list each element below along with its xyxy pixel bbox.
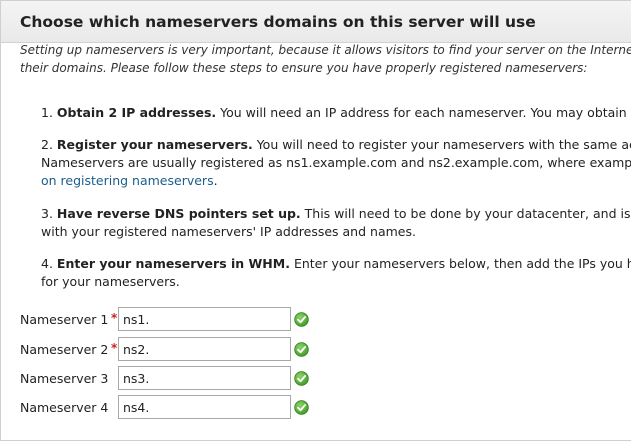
step-heading: Obtain 2 IP addresses. <box>56 105 217 120</box>
section-title: Choose which nameservers domains on this… <box>20 13 536 31</box>
section-header: Choose which nameservers domains on this… <box>1 1 631 43</box>
nameserver-row-2: Nameserver 2 * <box>20 337 340 361</box>
step-2: 2. Register your nameservers. You will n… <box>41 136 631 190</box>
intro-line-1: Setting up nameservers is very important… <box>20 43 631 57</box>
nameserver-row-3: Nameserver 3 <box>20 366 340 390</box>
intro-line-2: their domains. Please follow these steps… <box>20 61 588 75</box>
step-text: You will need to register your nameserve… <box>252 137 631 152</box>
nameserver-4-label: Nameserver 4 <box>20 400 109 415</box>
step-heading: Enter your nameservers in WHM. <box>56 256 290 271</box>
nameserver-row-1: Nameserver 1 * <box>20 307 340 331</box>
nameserver-1-label: Nameserver 1 <box>20 312 109 327</box>
required-marker: * <box>111 341 118 355</box>
check-circle-icon <box>294 400 309 415</box>
nameserver-row-4: Nameserver 4 <box>20 395 340 419</box>
step-text-line-2: for your nameservers. <box>41 274 180 289</box>
step-text-line-2: with your registered nameservers' IP add… <box>41 224 416 239</box>
step-3: 3. Have reverse DNS pointers set up. Thi… <box>41 205 631 241</box>
step-text: You will need an IP address for each nam… <box>216 105 631 120</box>
nameserver-3-input[interactable] <box>118 366 291 390</box>
nameserver-2-label: Nameserver 2 <box>20 342 109 357</box>
check-circle-icon <box>294 342 309 357</box>
nameserver-3-label: Nameserver 3 <box>20 371 109 386</box>
step-number: 2. <box>41 137 53 152</box>
step-text: This will need to be done by your datace… <box>300 206 631 221</box>
step-text-line-2: Nameservers are usually registered as ns… <box>41 155 631 170</box>
nameservers-panel: Choose which nameservers domains on this… <box>0 0 631 441</box>
required-marker: * <box>111 311 118 325</box>
nameserver-1-input[interactable] <box>118 307 291 331</box>
step-text-period: . <box>213 173 218 188</box>
step-number: 3. <box>41 206 53 221</box>
step-heading: Register your nameservers. <box>56 137 253 152</box>
intro-text: Setting up nameservers is very important… <box>20 41 631 77</box>
nameserver-4-input[interactable] <box>118 395 291 419</box>
registering-nameservers-link[interactable]: on registering nameservers <box>41 173 214 188</box>
check-circle-icon <box>294 371 309 386</box>
step-heading: Have reverse DNS pointers set up. <box>56 206 301 221</box>
nameserver-2-input[interactable] <box>118 337 291 361</box>
step-1: 1. Obtain 2 IP addresses. You will need … <box>41 104 631 122</box>
step-number: 1. <box>41 105 53 120</box>
step-4: 4. Enter your nameservers in WHM. Enter … <box>41 255 631 291</box>
step-number: 4. <box>41 256 53 271</box>
step-text: Enter your nameservers below, then add t… <box>289 256 631 271</box>
check-circle-icon <box>294 312 309 327</box>
